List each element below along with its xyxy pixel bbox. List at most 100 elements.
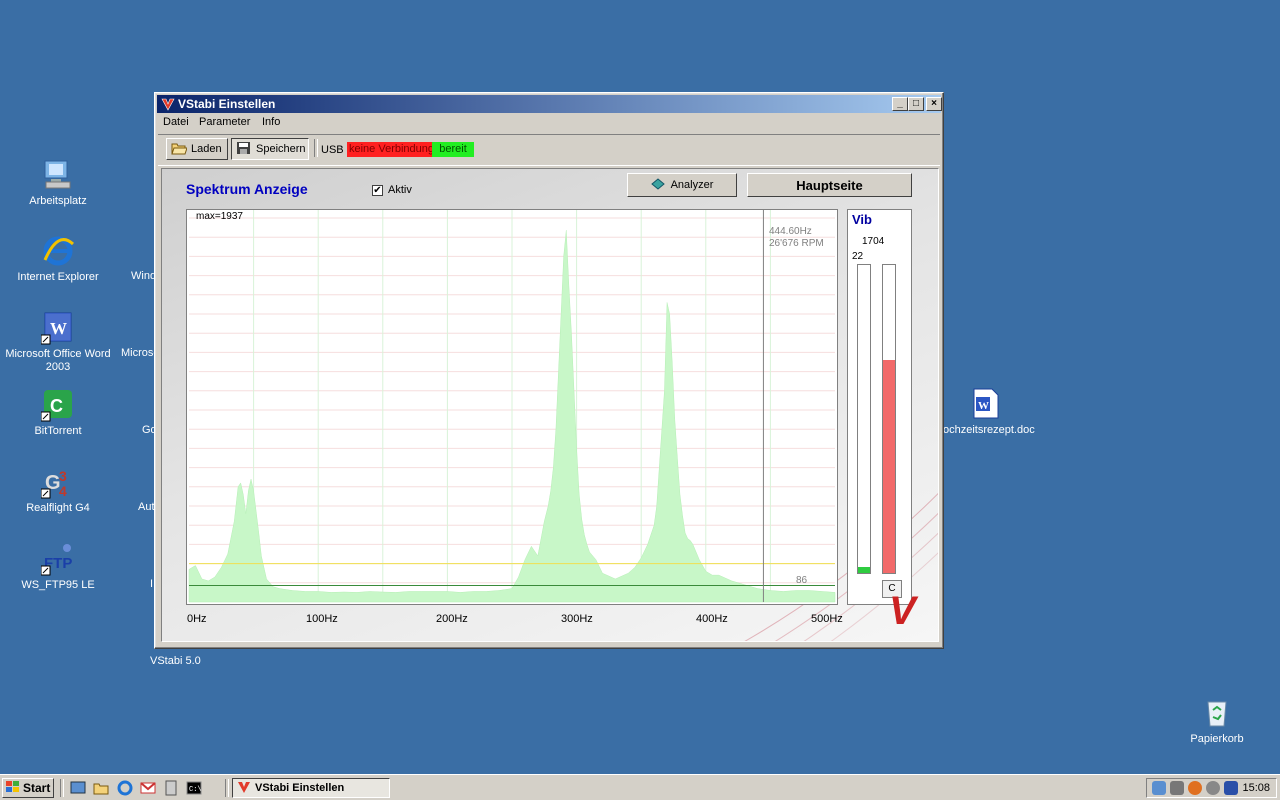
desktop-icon-label: Internet Explorer [17,271,99,283]
aktiv-checkbox[interactable]: ✔ [372,185,383,196]
svg-text:3: 3 [59,468,67,484]
analyzer-label: Analyzer [670,179,714,191]
menu-info[interactable]: Info [262,116,280,128]
quicklaunch-gmail-icon[interactable] [140,780,156,796]
analyzer-icon [650,177,665,193]
taskbar-vstabi-label: VStabi Einstellen [255,782,345,794]
vib-left-bar [857,264,871,574]
taskbar-separator [60,779,64,797]
vib-value: 1704 [862,236,885,247]
tray-network-icon[interactable] [1152,781,1166,795]
desktop-icon-label: Papierkorb [1190,733,1244,745]
spectrum-title: Spektrum Anzeige [186,181,308,197]
bittorrent-icon: C [40,388,75,422]
close-button[interactable]: × [926,97,942,111]
vib-right-bar-fill [883,360,895,573]
tray-update-icon[interactable] [1206,781,1220,795]
vib-left-bar-fill [858,566,870,573]
x-tick-label: 500Hz [811,613,843,625]
toolbar-separator [314,139,318,157]
svg-text:C: C [50,396,63,416]
x-tick-label: 200Hz [436,613,468,625]
menu-parameter[interactable]: Parameter [199,116,250,128]
x-tick-label: 300Hz [561,613,593,625]
minimize-button[interactable]: _ [892,97,908,111]
laden-label: Laden [191,143,222,155]
hauptseite-button[interactable]: Hauptseite [747,173,912,197]
taskbar-separator [225,779,229,797]
vstabi-window: VStabi Einstellen _ □ × Datei Parameter … [154,92,944,649]
svg-text:4: 4 [59,483,67,499]
internet-explorer-icon [41,234,75,268]
desktop-icon-word[interactable]: W Microsoft Office Word 2003 [3,311,113,374]
usb-label: USB [321,144,344,156]
vib-title: Vib [852,212,872,227]
quicklaunch-ie-icon[interactable] [117,780,133,796]
speichern-button[interactable]: Speichern [231,138,309,160]
tray-usb-icon[interactable] [1224,781,1238,795]
x-tick-label: 0Hz [187,613,207,625]
menu-bar: Datei Parameter Info [158,114,940,132]
svg-text:C:\: C:\ [189,786,202,794]
vib-min-label: 22 [852,251,864,262]
vib-panel: Vib 1704 22 C [847,209,912,605]
desktop-icon-wsftp[interactable]: FTP WS_FTP95 LE [3,542,113,592]
clock: 15:08 [1242,782,1270,794]
start-button[interactable]: Start [2,778,54,798]
desktop-icon-label: Realflight G4 [26,502,90,514]
aktiv-label: Aktiv [388,184,412,196]
windows-flag-icon [6,780,20,796]
desktop-icon-label: Microsoft Office Word 2003 [5,348,111,373]
vib-right-bar [882,264,896,574]
realflight-icon: G34 [40,465,75,499]
laden-button[interactable]: Laden [166,138,228,160]
toolbar: Laden Speichern USB keine Verbindung ber… [158,134,940,166]
vstabi-logo: V [889,589,916,633]
x-tick-label: 100Hz [306,613,338,625]
start-label: Start [23,781,51,795]
ready-status: bereit [432,142,474,157]
window-titlebar[interactable]: VStabi Einstellen _ □ × [157,95,942,113]
desktop-label-partial[interactable]: Aut [138,501,155,513]
threshold-label: 86 [796,575,808,586]
tray-antivirus-icon[interactable] [1188,781,1202,795]
desktop-icon-realflight[interactable]: G34 Realflight G4 [3,465,113,515]
desktop-icon-papierkorb[interactable]: Papierkorb [1162,696,1272,746]
desktop-icon-bittorrent[interactable]: C BitTorrent [3,388,113,438]
rpm-value: 26'676 RPM [769,238,824,249]
max-label: max=1937 [196,211,243,222]
x-tick-label: 400Hz [696,613,728,625]
word-doc-icon: W [970,388,1002,420]
quicklaunch-desktop-icon[interactable] [70,780,86,796]
taskbar: Start C:\ VStabi Einstellen 15:08 [0,774,1280,800]
quicklaunch-folder-icon[interactable] [93,780,109,796]
frequency-readout: 444.60Hz 26'676 RPM [769,226,824,250]
svg-text:W: W [50,319,67,338]
hauptseite-label: Hauptseite [796,177,863,193]
quicklaunch-calc-icon[interactable] [163,780,179,796]
maximize-button[interactable]: □ [908,97,924,111]
vstabi-app-icon [161,97,175,111]
window-title: VStabi Einstellen [178,97,276,111]
connection-status: keine Verbindung [347,142,432,157]
frequency-value: 444.60Hz [769,226,812,237]
recycle-bin-icon [1200,696,1234,730]
taskbar-vstabi-button[interactable]: VStabi Einstellen [232,778,390,798]
spectrum-panel: Spektrum Anzeige ✔ Aktiv Analyzer Haupts… [161,168,939,642]
analyzer-button[interactable]: Analyzer [627,173,737,197]
desktop-icon-internet-explorer[interactable]: Internet Explorer [3,234,113,284]
quicklaunch-cmd-icon[interactable]: C:\ [186,780,202,796]
desktop-label-vstabi[interactable]: VStabi 5.0 [150,655,201,667]
menu-datei[interactable]: Datei [163,116,189,128]
spectrum-chart: max=1937 444.60Hz 26'676 RPM 86 [186,209,838,605]
vstabi-task-icon [237,780,251,797]
speichern-label: Speichern [256,143,306,155]
tray-volume-icon[interactable] [1170,781,1184,795]
desktop-icon-label: ochzeitsrezept.doc [943,424,1035,436]
desktop-icon-label: WS_FTP95 LE [21,579,95,591]
desktop-label-partial[interactable]: I [150,578,153,590]
desktop-icon-label: Arbeitsplatz [29,195,87,207]
desktop-label-partial[interactable]: Wind [131,270,156,282]
desktop-icon-arbeitsplatz[interactable]: Arbeitsplatz [3,158,113,208]
folder-open-icon [171,141,188,158]
